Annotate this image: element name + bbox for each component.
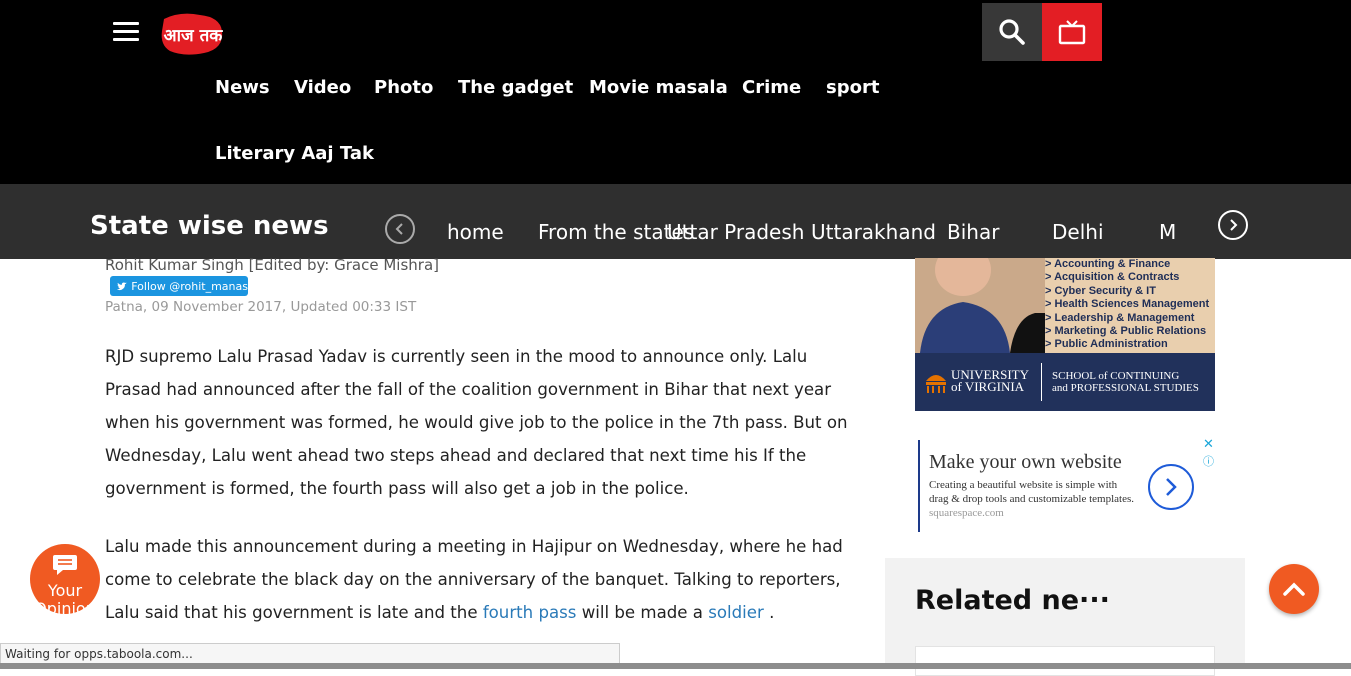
opinion-line-1: Your <box>47 581 83 600</box>
squarespace-advertisement[interactable]: Make your own website Creating a beautif… <box>918 437 1218 532</box>
ad-divider <box>1041 363 1042 401</box>
chat-bubble-icon <box>53 555 77 575</box>
live-tv-button[interactable] <box>1042 3 1102 61</box>
article-paragraph-2: Lalu made this announcement during a mee… <box>105 530 855 629</box>
ad2-body-text: Creating a beautiful website is simple w… <box>929 479 1134 505</box>
opinion-label: Your Opinion <box>30 582 100 618</box>
nav-item-video[interactable]: Video <box>294 77 351 98</box>
logo-text: आज तक <box>164 26 224 46</box>
link-fourth-pass[interactable]: fourth pass <box>483 603 577 622</box>
rotunda-icon <box>926 375 946 393</box>
follow-label: Follow @rohit_manas <box>131 279 248 293</box>
nav-item-literary[interactable]: Literary Aaj Tak <box>215 143 374 164</box>
hamburger-icon[interactable] <box>113 22 139 44</box>
opinion-line-2: Opinion <box>34 599 96 618</box>
twitter-follow-button[interactable]: Follow @rohit_manas <box>110 276 248 296</box>
link-soldier[interactable]: soldier <box>708 603 764 622</box>
course-item: > Marketing & Public Relations <box>1045 325 1207 338</box>
course-item: > Health Sciences Management <box>1045 298 1210 311</box>
nav-item-crime[interactable]: Crime <box>742 77 801 98</box>
state-nav-home[interactable]: home <box>447 220 504 244</box>
course-item: > Public Administration <box>1045 338 1168 351</box>
twitter-icon <box>116 282 127 291</box>
course-item: > Accounting & Finance <box>1045 258 1171 270</box>
uva-advertisement[interactable]: > Accounting & Finance > Acquisition & C… <box>915 258 1215 411</box>
search-button[interactable] <box>982 3 1042 61</box>
ad-close-icon[interactable]: ✕ <box>1203 437 1214 452</box>
article-paragraph-1: RJD supremo Lalu Prasad Yadav is current… <box>105 347 848 498</box>
browser-status-bar: Waiting for opps.taboola.com... <box>0 643 620 665</box>
ad2-go-button[interactable] <box>1148 464 1194 510</box>
ad-info-icon[interactable]: ⓘ <box>1203 453 1214 469</box>
state-nav-delhi[interactable]: Delhi <box>1052 220 1104 244</box>
aajtak-logo[interactable]: आज तक <box>160 11 226 57</box>
course-item: > Leadership & Management <box>1045 311 1195 324</box>
state-nav-more[interactable]: M <box>1159 220 1176 244</box>
nav-item-gadget[interactable]: The gadget <box>458 77 573 98</box>
chevron-right-icon <box>1166 478 1177 496</box>
next-arrow-button[interactable] <box>1218 210 1248 240</box>
para2-text-c: . <box>763 603 775 622</box>
nav-item-sport[interactable]: sport <box>826 77 879 98</box>
para2-text-b: will be made a <box>576 603 709 622</box>
chevron-up-icon <box>1283 582 1305 596</box>
article-byline: Rohit Kumar Singh [Edited by: Grace Mish… <box>105 256 439 274</box>
your-opinion-button[interactable]: Your Opinion <box>30 544 100 618</box>
article-dateline: Patna, 09 November 2017, Updated 00:33 I… <box>105 299 417 315</box>
course-item: > Acquisition & Contracts <box>1045 271 1180 284</box>
chevron-left-icon <box>395 223 403 235</box>
ad2-title: Make your own website <box>929 451 1122 473</box>
prev-arrow-button[interactable] <box>385 214 415 244</box>
nav-item-photo[interactable]: Photo <box>374 77 433 98</box>
state-nav-uttarakhand[interactable]: Uttarakhand <box>811 220 936 244</box>
school-wordmark: SCHOOL of CONTINUING and PROFESSIONAL ST… <box>1052 370 1199 394</box>
ad-photo-person <box>915 258 1045 353</box>
nav-item-movie-masala[interactable]: Movie masala <box>589 77 728 98</box>
uva-line-2: of VIRGINIA <box>951 379 1025 394</box>
state-nav-bihar[interactable]: Bihar <box>947 220 999 244</box>
nav-item-news[interactable]: News <box>215 77 270 98</box>
uva-wordmark: UNIVERSITY of VIRGINIA <box>951 368 1029 394</box>
os-taskbar <box>0 663 1351 669</box>
related-news-card[interactable] <box>915 646 1215 676</box>
ad2-body: Creating a beautiful website is simple w… <box>929 478 1139 520</box>
school-line-2: and PROFESSIONAL STUDIES <box>1052 382 1199 394</box>
scroll-to-top-button[interactable] <box>1269 564 1319 614</box>
related-news-title: Related ne··· <box>915 585 1110 616</box>
state-nav-uttar-pradesh[interactable]: Uttar Pradesh <box>667 220 804 244</box>
state-news-title: State wise news <box>90 211 329 241</box>
ad2-domain: squarespace.com <box>929 507 1004 519</box>
school-line-1: SCHOOL of CONTINUING <box>1052 370 1180 382</box>
tv-icon <box>1058 20 1086 45</box>
course-item: > Cyber Security & IT <box>1045 284 1156 297</box>
search-icon <box>999 19 1025 45</box>
ad-course-list: > Accounting & Finance > Acquisition & C… <box>1045 258 1209 352</box>
related-news-panel: Related ne··· <box>885 558 1245 676</box>
ad-footer-band: UNIVERSITY of VIRGINIA SCHOOL of CONTINU… <box>915 353 1215 411</box>
chevron-right-icon <box>1230 219 1238 231</box>
